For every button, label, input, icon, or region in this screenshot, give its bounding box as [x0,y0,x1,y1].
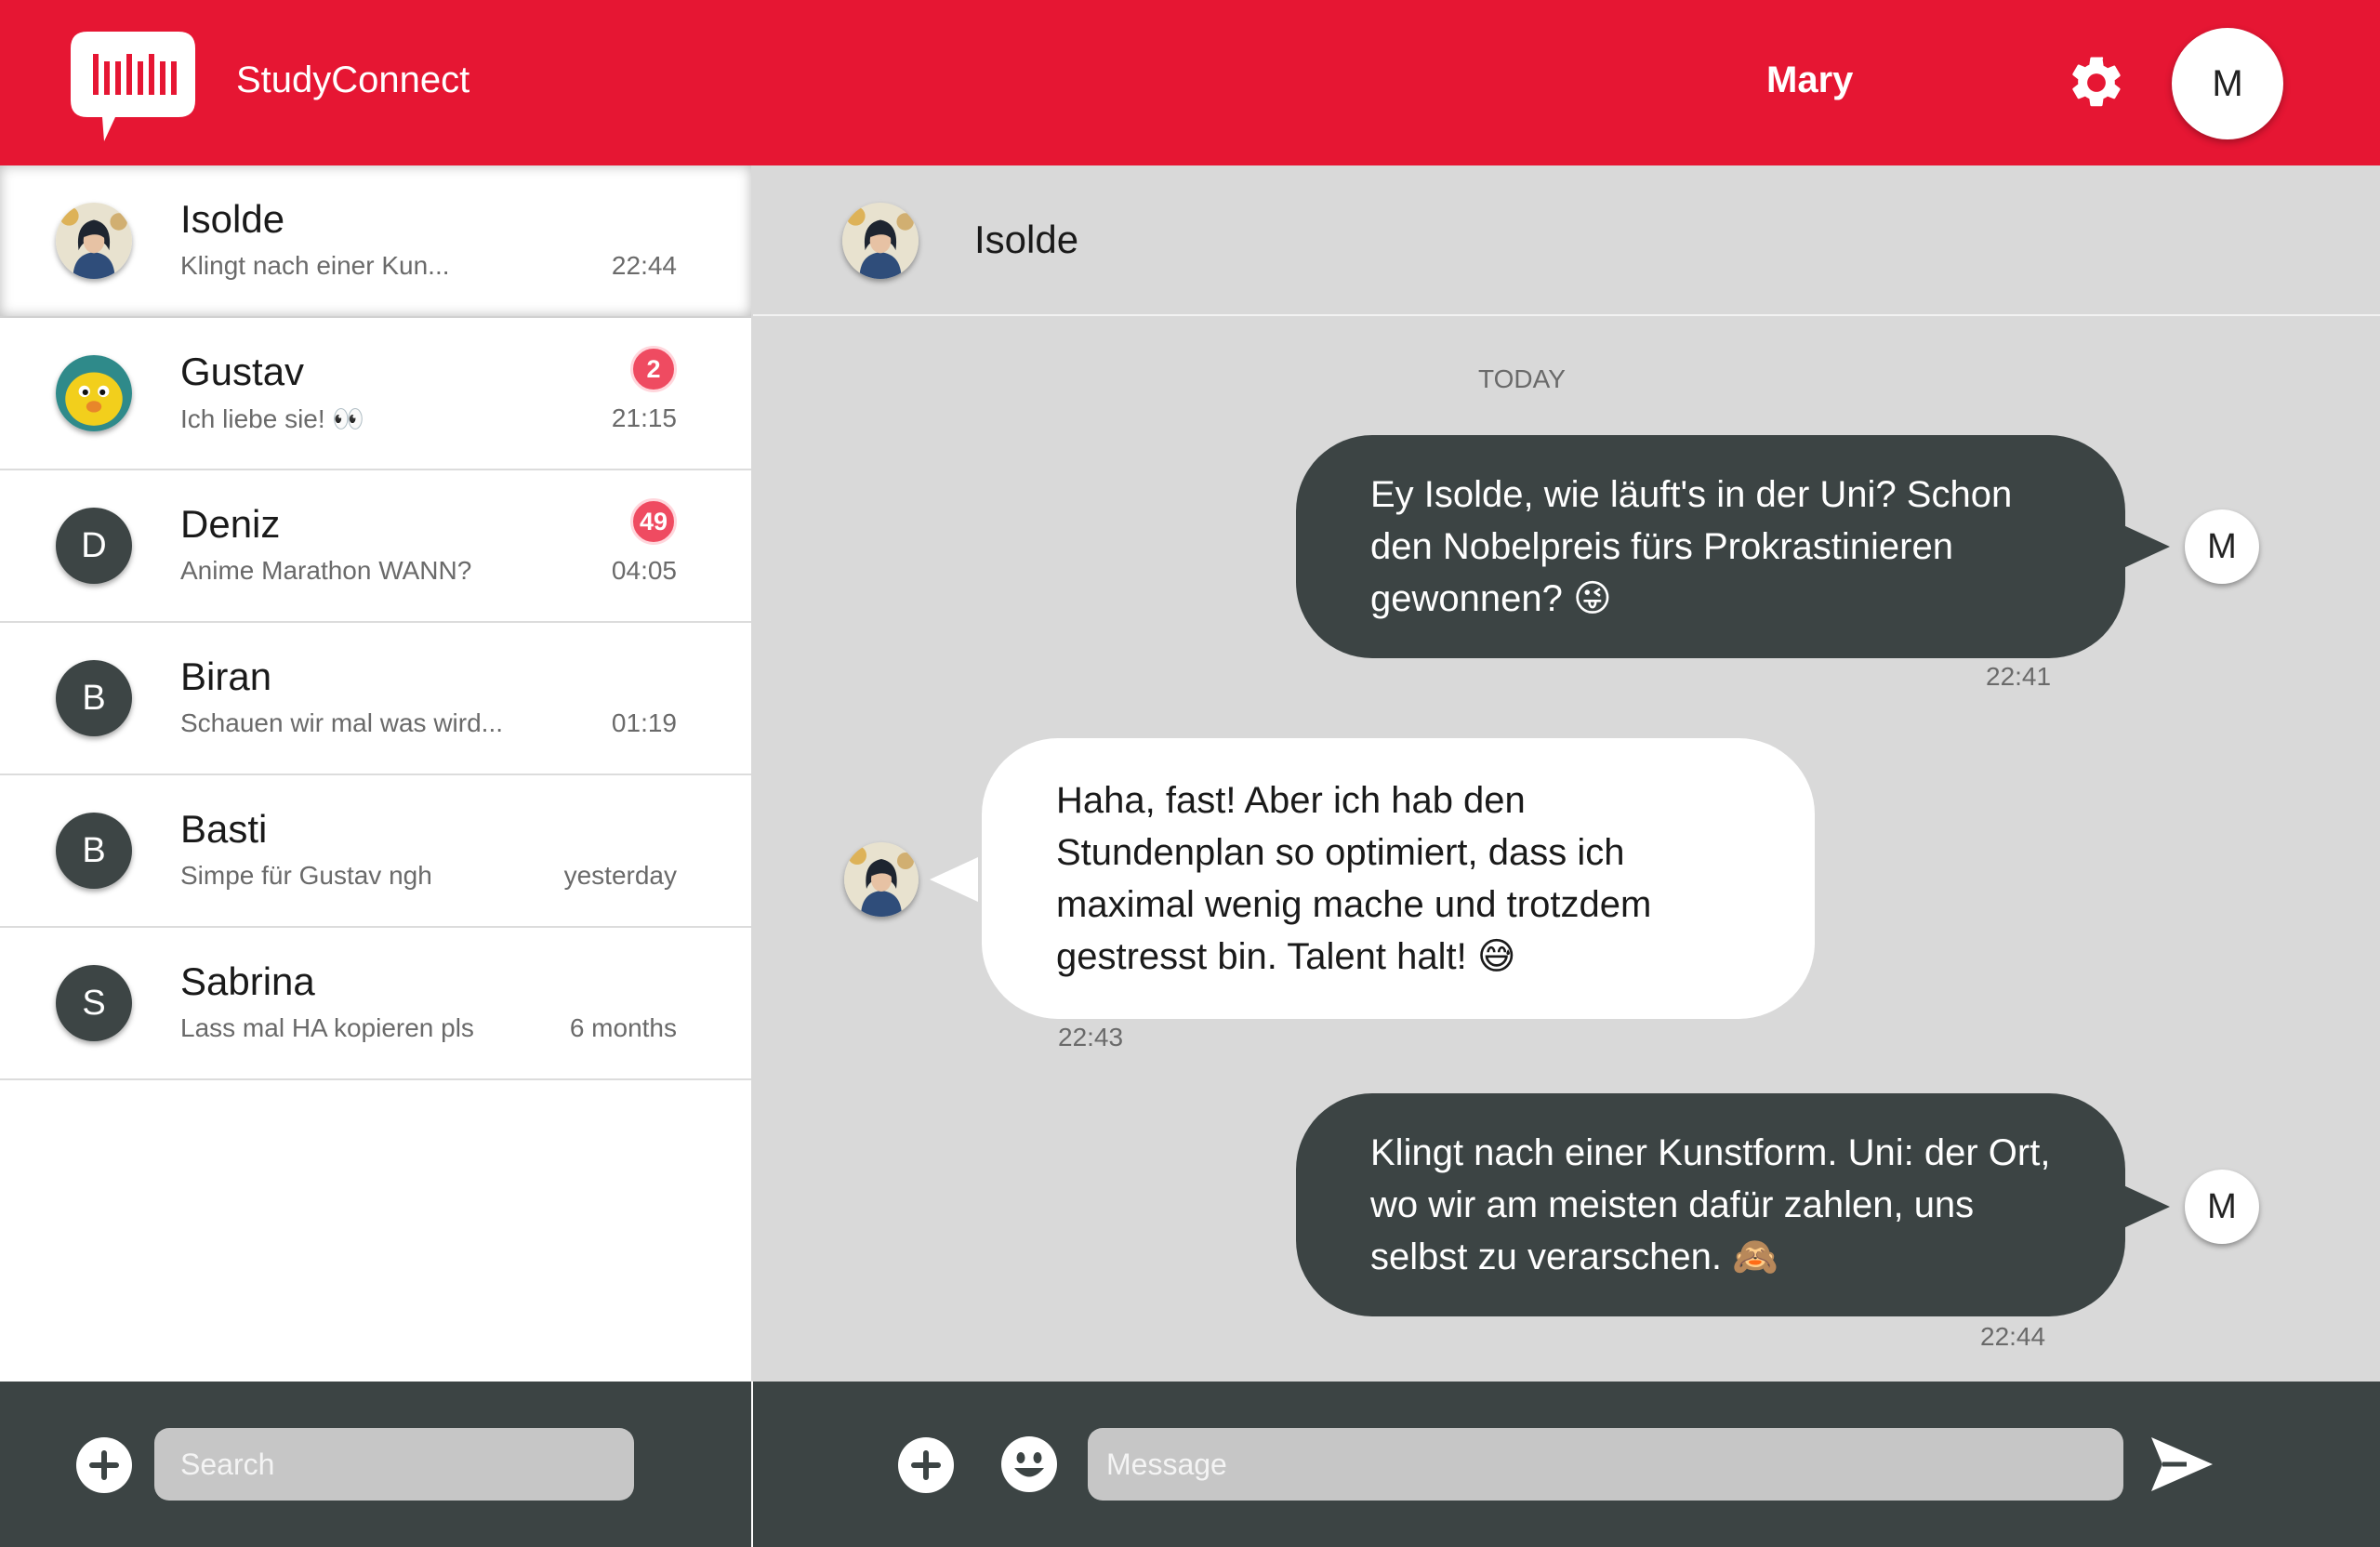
unread-badge: 2 [630,346,677,392]
chat-header: Isolde [753,165,2380,316]
date-separator: TODAY [1478,364,1566,393]
message-text: Ey Isolde, wie läuft's in der Uni? Schon… [1370,474,2013,619]
emoji-icon[interactable] [1000,1435,1058,1493]
contact-item-gustav[interactable]: Gustav Ich liebe sie! 👀 2 21:15 [0,318,751,470]
contact-avatar: B [56,660,132,736]
app-logo-icon [71,32,195,141]
contact-time: 22:44 [611,251,677,280]
app-title: StudyConnect [236,60,470,100]
contact-last-message: Ich liebe sie! 👀 [180,404,365,433]
contact-name: Biran [180,654,272,698]
bubble-tail [2122,1184,2170,1229]
app-header: StudyConnect Mary M [0,0,2380,165]
sender-avatar [844,842,919,917]
contact-avatar [56,355,132,431]
sender-avatar: M [2185,1170,2259,1244]
search-input[interactable] [154,1428,634,1501]
contact-list: Isolde Klingt nach einer Kun... 22:44 Gu… [0,165,751,1382]
user-avatar[interactable]: M [2172,28,2283,139]
contact-avatar: B [56,813,132,889]
contact-name: Gustav [180,350,305,393]
contact-time: 6 months [569,1013,677,1042]
contact-item-biran[interactable]: B Biran Schauen wir mal was wird... 01:1… [0,623,751,775]
message-time: 22:44 [1980,1322,2046,1351]
contact-last-message: Klingt nach einer Kun... [180,251,450,280]
add-contact-button[interactable] [76,1437,132,1493]
chat-contact-name: Isolde [974,218,1079,261]
message-text: Klingt nach einer Kunstform. Uni: der Or… [1370,1132,2051,1277]
contact-last-message: Anime Marathon WANN? [180,556,472,585]
contact-name: Isolde [180,197,285,241]
contact-time: 04:05 [611,556,677,585]
message-time: 22:41 [1986,662,2052,691]
contact-time: yesterday [563,861,677,890]
contact-name: Sabrina [180,959,315,1003]
contact-avatar [56,203,132,279]
contact-item-isolde[interactable]: Isolde Klingt nach einer Kun... 22:44 [0,165,751,318]
chat-contact-avatar[interactable] [842,203,919,279]
contact-avatar: D [56,508,132,584]
message-bubble-outgoing[interactable]: Klingt nach einer Kunstform. Uni: der Or… [1296,1093,2125,1316]
contact-item-sabrina[interactable]: S Sabrina Lass mal HA kopieren pls 6 mon… [0,928,751,1080]
contact-item-deniz[interactable]: D Deniz Anime Marathon WANN? 49 04:05 [0,470,751,623]
message-time: 22:43 [1058,1023,1124,1051]
contact-last-message: Schauen wir mal was wird... [180,708,504,737]
contact-last-message: Lass mal HA kopieren pls [180,1013,474,1042]
contact-time: 21:15 [611,403,677,432]
current-user-name: Mary [1766,60,1854,100]
message-bubble-outgoing[interactable]: Ey Isolde, wie läuft's in der Uni? Schon… [1296,435,2125,658]
contact-avatar: S [56,965,132,1041]
message-input[interactable] [1088,1428,2123,1501]
duck-image [56,355,132,431]
gear-icon[interactable] [2066,52,2127,113]
portrait-photo [842,203,919,279]
message-bubble-incoming[interactable]: Haha, fast! Aber ich hab den Stundenplan… [982,738,1815,1019]
contact-last-message: Simpe für Gustav ngh [180,861,432,890]
portrait-photo [56,203,132,279]
contact-item-basti[interactable]: B Basti Simpe für Gustav ngh yesterday [0,775,751,928]
portrait-photo [844,842,919,917]
unread-badge: 49 [630,498,677,545]
attach-button[interactable] [898,1437,954,1493]
contact-time: 01:19 [611,708,677,737]
bubble-tail [930,857,978,902]
message-text: Haha, fast! Aber ich hab den Stundenplan… [1056,780,1652,977]
contact-name: Deniz [180,502,281,546]
send-icon[interactable] [2149,1432,2215,1497]
contact-name: Basti [180,807,268,851]
sender-avatar: M [2185,509,2259,584]
bubble-tail [2122,524,2170,569]
